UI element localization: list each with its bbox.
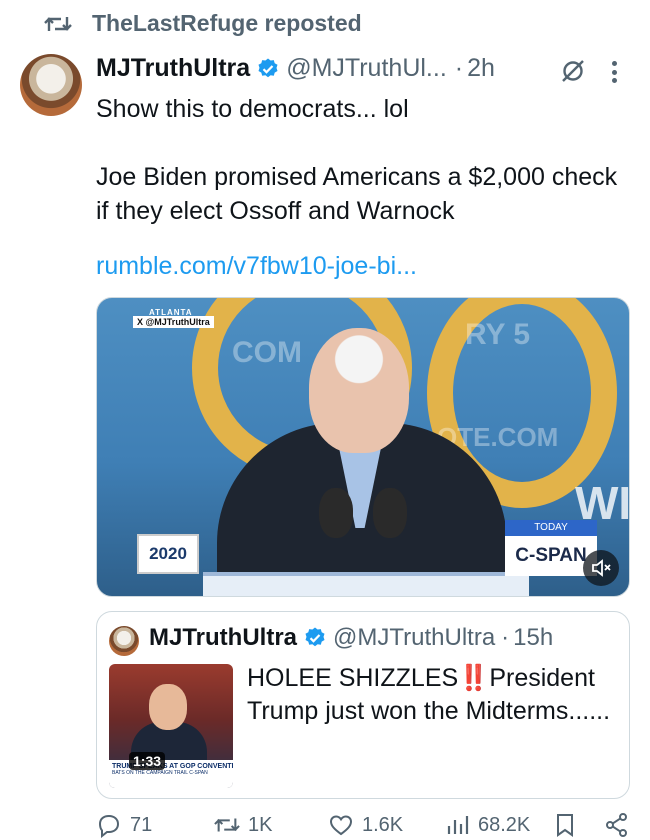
share-icon [606,813,627,837]
view-count: 68.2K [478,813,531,836]
reply-count: 71 [130,813,153,836]
repost-icon [214,818,240,832]
views-icon [447,816,469,834]
logo-2020: 2020 [137,534,199,574]
thumb-person-head [149,684,187,730]
reply-button[interactable]: 71 [96,812,152,838]
sound-icon[interactable] [583,550,619,586]
separator-dot: · [501,624,510,651]
action-bar: 71 1K 1.6K 68.2K [96,812,630,840]
repost-icon [44,16,72,31]
cspan-today: TODAY [505,520,597,536]
views-button[interactable]: 68.2K [444,812,530,838]
thumb-banner-line1: TRUMP SPEAKS AT GOP CONVENTION [112,763,233,770]
double-exclamation-icon: ‼️ [458,664,490,692]
author-handle[interactable]: @MJTruthUl... [286,54,447,83]
repost-banner[interactable]: TheLastRefuge reposted [44,10,362,37]
repost-button[interactable]: 1K [214,812,272,838]
author-name[interactable]: MJTruthUltra [96,54,250,83]
podium [203,572,529,596]
watermark-handle-text: @MJTruthUltra [145,317,210,327]
like-count: 1.6K [362,813,404,836]
video-player[interactable]: COM RY 5 OTE.COM WI ATLANTA X @MJTruthUl… [96,297,630,597]
repost-count: 1K [248,813,273,836]
tweet-text-line2: Joe Biden promised Americans a $2,000 ch… [96,163,618,225]
quoted-tweet[interactable]: MJTruthUltra @MJTruthUltra · 15h TRUMP S… [96,611,630,799]
repost-label: TheLastRefuge reposted [92,10,362,36]
heart-icon [329,815,353,836]
tweet-link[interactable]: rumble.com/v7fbw10-joe-bi... [96,252,417,281]
reply-icon [98,814,120,838]
verified-badge-icon [258,58,278,77]
watermark-handle: X @MJTruthUltra [133,316,214,328]
quoted-author-avatar [109,626,139,656]
speaker-head [309,328,409,453]
watermark-x-icon: X [137,317,144,327]
share-button[interactable] [604,812,638,838]
quoted-video-thumbnail[interactable]: TRUMP SPEAKS AT GOP CONVENTION BATS ON T… [109,664,233,788]
verified-badge-icon [305,627,325,647]
thumb-banner: TRUMP SPEAKS AT GOP CONVENTION BATS ON T… [109,760,233,788]
quoted-tweet-time: 15h [513,624,554,651]
quoted-text-start: HOLEE SHIZZLES [247,664,459,692]
like-button[interactable]: 1.6K [328,812,403,838]
quoted-author-name: MJTruthUltra [149,624,298,651]
quoted-author-handle: @MJTruthUltra [333,624,496,651]
video-duration: 1:33 [129,752,166,770]
backdrop-text-com: COM [232,336,302,369]
bookmark-icon [557,814,573,837]
quoted-tweet-text: HOLEE SHIZZLES‼️President Trump just won… [247,662,619,728]
microphone [373,488,407,538]
tweet-header: MJTruthUltra @MJTruthUl... · 2h [96,54,495,83]
author-avatar[interactable] [20,54,82,116]
backdrop-text-ry5: RY 5 [465,318,531,351]
bookmark-button[interactable] [552,812,586,838]
grok-icon[interactable] [560,58,586,84]
tweet-time[interactable]: 2h [467,54,495,83]
thumb-banner-line2: BATS ON THE CAMPAIGN TRAIL C-SPAN [112,770,208,776]
tweet-text-line1: Show this to democrats... lol [96,95,409,123]
quoted-tweet-header: MJTruthUltra @MJTruthUltra · 15h [149,624,553,652]
more-options-icon[interactable] [610,58,618,86]
microphone [319,488,353,538]
separator-dot: · [454,54,464,82]
tweet-text: Show this to democrats... lol Joe Biden … [96,92,626,228]
